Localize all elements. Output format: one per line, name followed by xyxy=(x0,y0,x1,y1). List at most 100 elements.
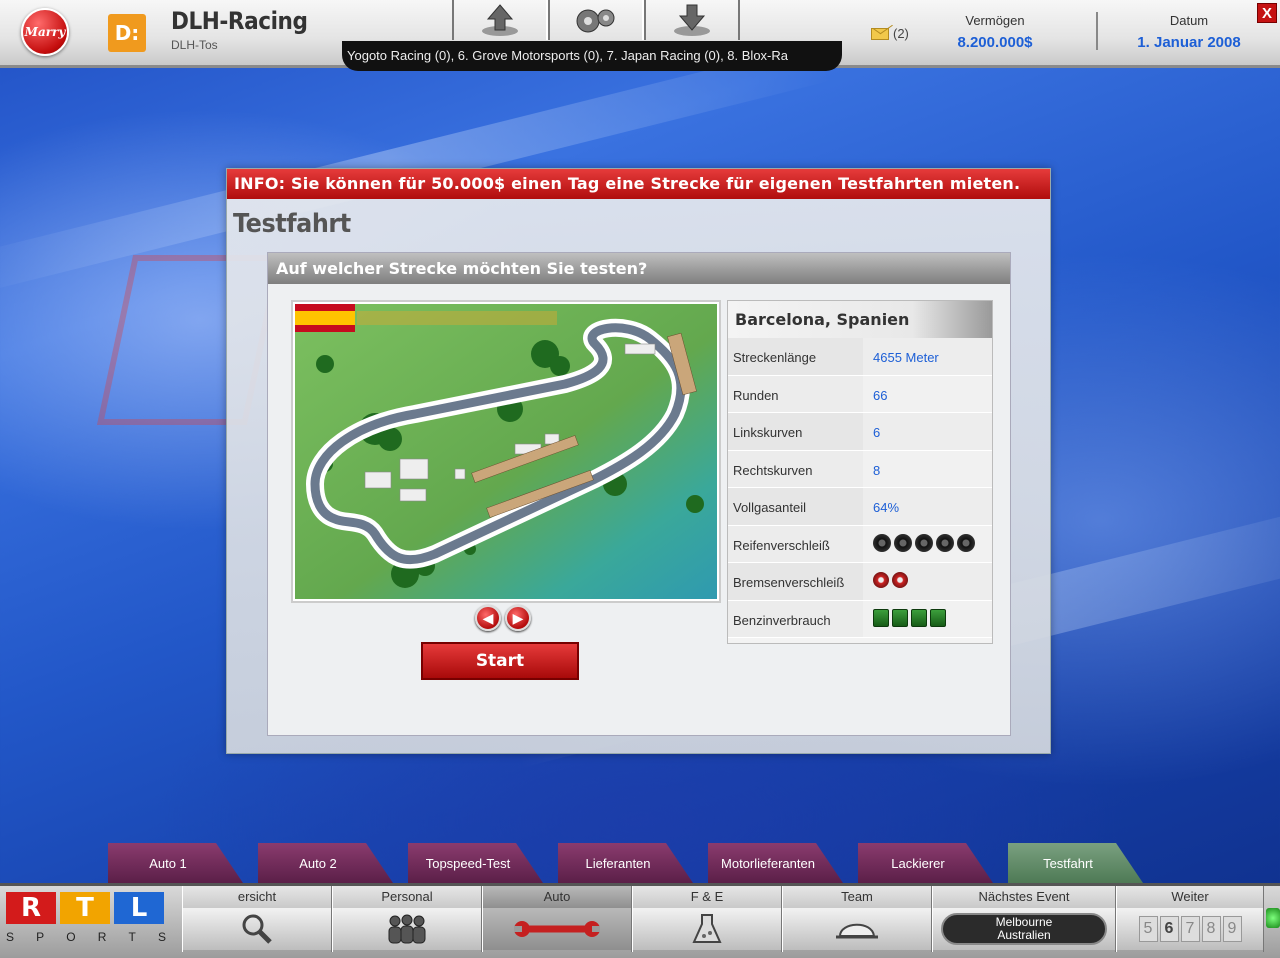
row-value: 64% xyxy=(863,488,992,526)
tab-lieferanten[interactable]: Lieferanten xyxy=(558,843,708,883)
nav-label: Nächstes Event xyxy=(933,886,1115,908)
row-label: Vollgasanteil xyxy=(728,488,863,526)
date-display: Datum 1. Januar 2008 xyxy=(1125,13,1253,51)
row-value: 4655 Meter xyxy=(863,338,992,376)
upload-icon-button[interactable] xyxy=(452,0,548,40)
counter-digit: 6 xyxy=(1159,916,1179,942)
sports-letter: O xyxy=(66,930,78,944)
tab-label: Lackierer xyxy=(891,855,945,871)
row-value: 66 xyxy=(863,375,992,413)
mail-icon xyxy=(871,27,889,40)
close-button[interactable]: X xyxy=(1257,3,1277,23)
team-owner: DLH-Tos xyxy=(171,38,218,52)
row-label: Linkskurven xyxy=(728,413,863,451)
people-icon xyxy=(388,914,426,944)
brake-disc-icon xyxy=(892,572,908,588)
nav-fe[interactable]: F & E xyxy=(632,886,782,952)
track-map-image xyxy=(295,304,717,599)
panel-header: Auf welcher Strecke möchten Sie testen? xyxy=(268,253,1010,284)
settings-icon-button[interactable] xyxy=(548,0,644,40)
marry-badge[interactable]: Marry xyxy=(21,8,69,56)
start-button[interactable]: Start xyxy=(421,642,579,680)
brake-disc-icon xyxy=(873,572,889,588)
counter-digit: 7 xyxy=(1180,916,1200,942)
tab-auto-2[interactable]: Auto 2 xyxy=(258,843,408,883)
brake-wear-rating xyxy=(863,563,992,601)
table-row: Bremsenverschleiß xyxy=(728,563,992,601)
tab-auto-1[interactable]: Auto 1 xyxy=(108,843,258,883)
row-label: Streckenlänge xyxy=(728,338,863,376)
standings-ticker: Yogoto Racing (0), 6. Grove Motorsports … xyxy=(342,41,842,71)
table-row: Vollgasanteil 64% xyxy=(728,488,992,526)
tab-label: Lieferanten xyxy=(585,855,651,871)
fuel-can-icon xyxy=(911,608,927,627)
tab-lackierer[interactable]: Lackierer xyxy=(858,843,1008,883)
tire-wear-rating xyxy=(863,525,992,563)
nav-personal[interactable]: Personal xyxy=(332,886,482,952)
nav-label: Team xyxy=(783,886,931,908)
sports-letter: S xyxy=(6,930,17,944)
fuel-consumption-rating xyxy=(863,600,992,638)
day-counter: 5 6 7 8 9 xyxy=(1138,916,1242,942)
counter-digit: 8 xyxy=(1201,916,1221,942)
tab-label: Auto 1 xyxy=(149,855,187,871)
event-country: Australien xyxy=(997,928,1051,942)
fuel-can-icon xyxy=(930,608,946,627)
fuel-can-icon xyxy=(892,608,908,627)
dialog-title: Testfahrt xyxy=(233,209,351,239)
divider xyxy=(1096,12,1098,50)
mail-notification[interactable]: (2) xyxy=(871,26,909,41)
table-row: Reifenverschleiß xyxy=(728,525,992,563)
tab-label: Testfahrt xyxy=(1043,855,1093,871)
counter-digit: 9 xyxy=(1222,916,1242,942)
row-label: Runden xyxy=(728,375,863,413)
team-logo: D: xyxy=(108,14,146,52)
sports-letter: R xyxy=(97,930,109,944)
cap-icon xyxy=(836,923,878,939)
row-label: Bremsenverschleiß xyxy=(728,563,863,601)
rtl-letter: L xyxy=(114,892,164,924)
table-row: Runden 66 xyxy=(728,375,992,413)
arrow-left-icon: ◀ xyxy=(482,609,494,626)
tire-icon xyxy=(894,533,912,552)
counter-digit: 5 xyxy=(1138,916,1158,942)
magnifier-icon xyxy=(242,914,272,944)
rtl-letter: T xyxy=(60,892,110,924)
row-label: Rechtskurven xyxy=(728,450,863,488)
tab-label: Topspeed-Test xyxy=(425,855,511,871)
nav-next-event[interactable]: Nächstes Event Melbourne Australien xyxy=(932,886,1116,952)
track-info-table: Barcelona, Spanien Streckenlänge 4655 Me… xyxy=(727,300,993,644)
team-name: DLH-Racing xyxy=(171,7,308,35)
row-label: Reifenverschleiß xyxy=(728,525,863,563)
tire-icon xyxy=(915,533,933,552)
download-icon-button[interactable] xyxy=(644,0,740,40)
row-value: 6 xyxy=(863,413,992,451)
nav-auto[interactable]: Auto xyxy=(482,886,632,952)
next-event-pill: Melbourne Australien xyxy=(941,913,1107,945)
row-value: 8 xyxy=(863,450,992,488)
table-row: Linkskurven 6 xyxy=(728,413,992,451)
tab-topspeed-test[interactable]: Topspeed-Test xyxy=(408,843,558,883)
sports-letter: T xyxy=(128,930,138,944)
track-map-frame xyxy=(291,300,721,603)
mail-count: (2) xyxy=(893,26,909,41)
nav-label: F & E xyxy=(633,886,781,908)
previous-track-button[interactable]: ◀ xyxy=(475,605,501,631)
bottom-nav: R T L S P O R T S ersicht Personal Auto … xyxy=(0,883,1280,958)
date-label: Datum xyxy=(1169,13,1209,28)
sub-tab-bar: Auto 1 Auto 2 Topspeed-Test Lieferanten … xyxy=(108,843,1158,883)
tab-motorlieferanten[interactable]: Motorlieferanten xyxy=(708,843,858,883)
tab-testfahrt[interactable]: Testfahrt xyxy=(1008,843,1158,883)
assets-label: Vermögen xyxy=(965,13,1025,28)
next-track-button[interactable]: ▶ xyxy=(505,605,531,631)
top-bar: Marry D: DLH-Racing DLH-Tos Yogoto Racin… xyxy=(0,0,1280,71)
arrow-down-icon xyxy=(674,4,710,36)
nav-weiter[interactable]: Weiter 5 6 7 8 9 xyxy=(1116,886,1264,952)
nav-uebersicht[interactable]: ersicht xyxy=(182,886,332,952)
table-row: Benzinverbrauch xyxy=(728,600,992,638)
assets-display: Vermögen 8.200.000$ xyxy=(945,13,1045,51)
tab-label: Motorlieferanten xyxy=(721,855,815,871)
table-row: Rechtskurven 8 xyxy=(728,450,992,488)
nav-team[interactable]: Team xyxy=(782,886,932,952)
assets-value: 8.200.000$ xyxy=(957,34,1033,51)
